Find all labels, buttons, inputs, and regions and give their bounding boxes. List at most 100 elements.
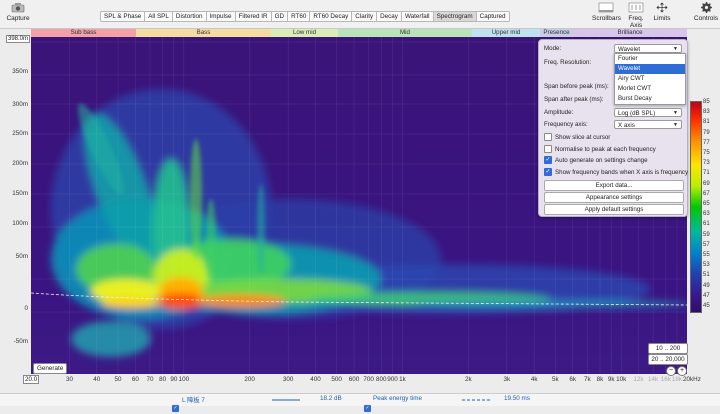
appearance-settings-button[interactable]: Appearance settings <box>544 192 684 203</box>
x-tick-label: 700 <box>363 376 374 383</box>
y-tick-label: 0 <box>24 305 28 312</box>
color-scale-tick: 75 <box>703 150 710 156</box>
checkbox-empty[interactable] <box>544 145 552 153</box>
freq-axis-label: Freq. Axis <box>628 15 644 29</box>
mode-option-burst-decay[interactable]: Burst Decay <box>615 94 685 104</box>
zoom-out-icon[interactable]: − <box>666 366 676 376</box>
color-scale-tick: 59 <box>703 231 710 238</box>
color-scale-tick: 77 <box>703 139 710 146</box>
color-scale-tick: 53 <box>703 262 710 269</box>
checkmark-icon[interactable]: ✓ <box>544 168 552 176</box>
frequency-axis-select[interactable]: X axis ▼ <box>614 120 682 129</box>
amplitude-select[interactable]: Log (dB SPL) ▼ <box>614 108 682 117</box>
graph-tabs: SPL & Phase All SPL Distortion Impulse Filte… <box>100 11 510 22</box>
freq-resolution-label: Freq. Resolution: <box>544 59 592 66</box>
tab-captured[interactable]: Captured <box>476 11 510 22</box>
color-scale-tick: 63 <box>703 211 710 218</box>
checkmark-icon: ✓ <box>172 405 179 412</box>
tab-all-spl[interactable]: All SPL <box>145 11 173 22</box>
tab-decay[interactable]: Decay <box>377 11 402 22</box>
generate-button[interactable]: Generate <box>33 363 68 374</box>
camera-icon <box>11 3 25 13</box>
y-axis-top-value[interactable]: 398.0m <box>6 35 31 43</box>
x-tick-label: 14k <box>648 376 659 383</box>
tab-gd[interactable]: GD <box>271 11 289 22</box>
mode-select[interactable]: Wavelet ▼ <box>614 44 682 53</box>
y-tick-label: 50m <box>15 253 28 260</box>
x-tick-label: 70 <box>146 376 154 383</box>
capture-button[interactable]: Capture <box>6 2 30 22</box>
band-bass: Bass <box>136 29 271 37</box>
x-tick-label: 10k <box>616 376 627 383</box>
checkmark-icon[interactable]: ✓ <box>544 156 552 164</box>
checkbox-row[interactable]: Show slice at cursor <box>544 133 610 141</box>
mode-option-wavelet[interactable]: Wavelet <box>615 64 685 74</box>
tab-filtered-ir[interactable]: Filtered IR <box>235 11 272 22</box>
tab-rt60-decay[interactable]: RT60 Decay <box>310 11 353 22</box>
scrollbars-icon <box>598 2 614 13</box>
tab-distortion[interactable]: Distortion <box>172 11 207 22</box>
color-scale-tick: 61 <box>703 221 710 228</box>
checkmark-icon: ✓ <box>364 405 371 412</box>
x-tick-label: 90 <box>170 376 178 383</box>
range-10-200-button[interactable]: 10 .. 200 <box>648 343 688 354</box>
export-data-button[interactable]: Export data... <box>544 180 684 191</box>
x-tick-label: 8k <box>596 376 604 383</box>
color-scale-tick: 71 <box>703 170 710 177</box>
tab-rt60[interactable]: RT60 <box>288 11 311 22</box>
tab-clarity[interactable]: Clarity <box>352 11 378 22</box>
frequency-bands: Sub bass Bass Low mid Mid Upper mid Presence B… <box>31 29 687 37</box>
checkbox-label: Show slice at cursor <box>555 133 611 141</box>
freq-axis-icon <box>628 2 644 13</box>
color-scale-tick: 83 <box>703 109 710 116</box>
checkbox-row[interactable]: ✓ Show frequency bands when X axis is fre… <box>544 168 688 176</box>
band-low-mid: Low mid <box>271 29 338 37</box>
mode-option-airy-cwt[interactable]: Airy CWT <box>615 74 685 84</box>
y-tick-label: 200m <box>12 160 28 167</box>
zoom-in-icon[interactable]: + <box>677 366 687 376</box>
x-tick-label: 9k <box>607 376 615 383</box>
gear-icon <box>700 2 712 13</box>
legend-dashed-line-icon <box>462 399 490 401</box>
chevron-down-icon: ▼ <box>673 110 678 116</box>
scrollbars-button[interactable]: Scrollbars <box>592 2 621 22</box>
legend-value: 18.2 dB <box>320 395 342 402</box>
legend-line-icon <box>272 399 300 401</box>
x-tick-label: 800 <box>376 376 387 383</box>
amplitude-select-value: Log (dB SPL) <box>618 110 656 117</box>
limits-button[interactable]: Limits <box>651 2 673 22</box>
x-tick-label: 5k <box>552 376 559 383</box>
controls-button[interactable]: Controls <box>693 2 719 22</box>
mode-option-fourier[interactable]: Fourier <box>615 54 685 64</box>
band-upper-mid: Upper mid <box>472 29 540 37</box>
apply-default-settings-button[interactable]: Apply default settings <box>544 204 684 215</box>
tab-spl-phase[interactable]: SPL & Phase <box>100 11 146 22</box>
tab-waterfall[interactable]: Waterfall <box>401 11 434 22</box>
legend-checkbox[interactable]: ✓ <box>172 396 182 414</box>
checkbox-label: Normalise to peak at each frequency <box>555 145 656 153</box>
mode-label: Mode: <box>544 45 562 52</box>
x-tick-label: 100 <box>178 376 190 383</box>
frequency-axis-select-value: X axis <box>618 122 635 129</box>
frequency-axis-label: Frequency axis: <box>544 121 588 128</box>
range-20-20000-button[interactable]: 20 .. 20,000 <box>648 354 688 365</box>
tab-spectrogram[interactable]: Spectrogram <box>433 11 477 22</box>
x-axis-end: 20kHz <box>683 376 701 383</box>
x-tick-label: 500 <box>331 376 342 383</box>
checkbox-row[interactable]: Normalise to peak at each frequency <box>544 145 656 153</box>
tab-impulse[interactable]: Impulse <box>206 11 236 22</box>
x-axis: 30 40 50 60 70 80 90 100 200 300 400 500 600 700 800 90… <box>31 374 687 386</box>
spectrogram-controls-panel: Mode: Wavelet ▼ Freq. Resolution: Span b… <box>538 39 688 217</box>
checkbox-empty[interactable] <box>544 133 552 141</box>
checkbox-row[interactable]: ✓ Auto generate on settings change <box>544 156 648 164</box>
x-tick-label: 200 <box>244 376 255 383</box>
x-tick-label: 600 <box>348 376 360 383</box>
x-tick-label: 300 <box>282 376 294 383</box>
x-tick-label: 3k <box>503 376 511 383</box>
freq-axis-button[interactable]: Freq. Axis <box>622 2 650 29</box>
x-tick-label: 900 <box>387 376 398 383</box>
y-tick-label: 100m <box>12 220 28 227</box>
color-scale-tick: 67 <box>703 190 710 197</box>
mode-option-morlet-cwt[interactable]: Morlet CWT <box>615 84 685 94</box>
span-after-label: Span after peak (ms): <box>544 96 604 103</box>
